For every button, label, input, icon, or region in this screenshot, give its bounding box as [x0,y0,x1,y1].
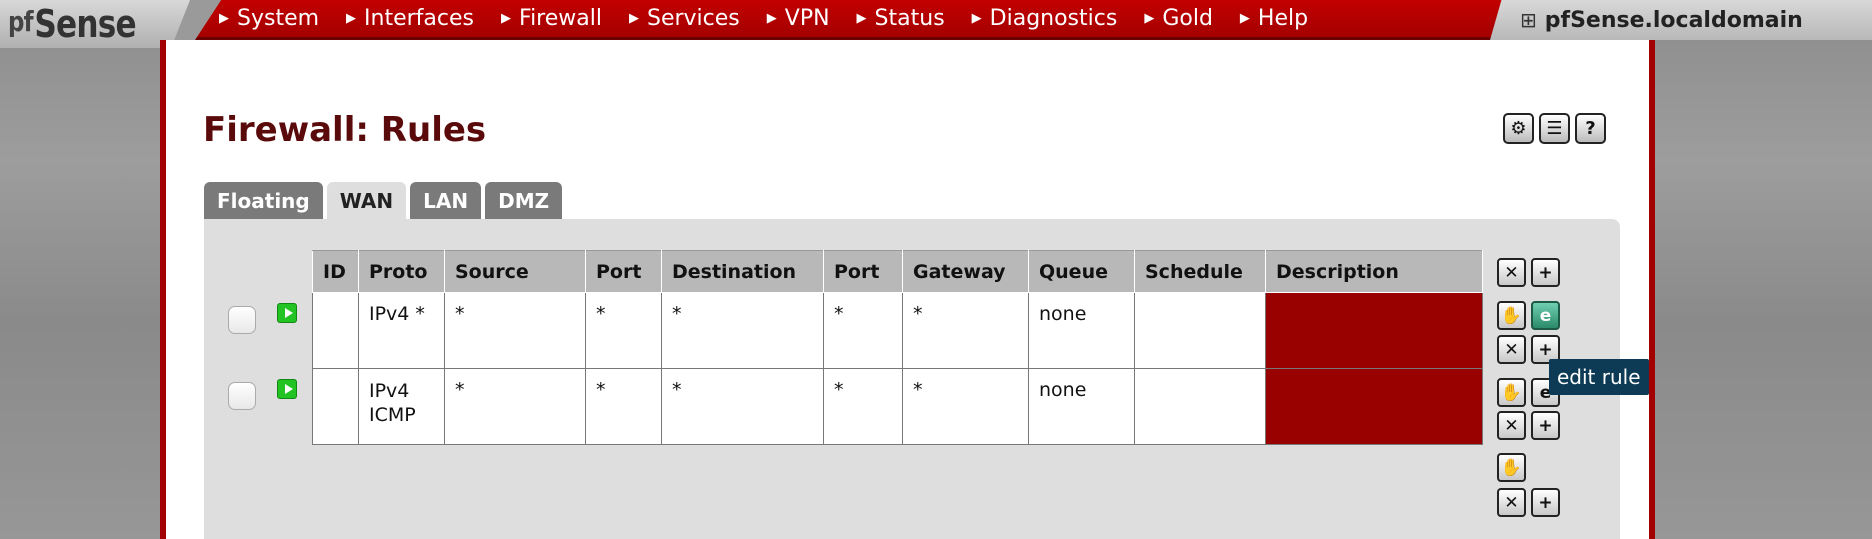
delete-rule-icon[interactable]: ✕ [1497,411,1526,440]
col-gateway[interactable]: Gateway [902,250,1029,293]
cell-queue: none [1028,292,1135,369]
menu-firewall[interactable]: ▶ Firewall [501,6,602,31]
menu-label: Services [646,6,740,31]
main-menu: ▶ System ▶ Interfaces ▶ Firewall ▶ Services … [195,0,1505,40]
col-dest-port[interactable]: Port [823,250,903,293]
help-icon[interactable]: ? [1575,113,1606,144]
menu-services[interactable]: ▶ Services [629,6,740,31]
delete-rule-icon[interactable]: ✕ [1497,335,1526,364]
hostname: pfSense.localdomain [1544,7,1803,33]
cell-proto: IPv4 * [358,292,445,369]
caret-right-icon: ▶ [628,11,639,26]
logo-word: Sense [34,2,136,46]
interface-tabs: Floating WAN LAN DMZ [204,182,563,219]
page-title: Firewall: Rules [203,110,487,150]
add-rule-based-icon[interactable]: + [1531,411,1560,440]
move-rule-end-icon[interactable]: ✋ [1497,453,1526,482]
tab-lan[interactable]: LAN [410,182,482,219]
settings-icon[interactable]: ⚙ [1503,113,1534,144]
move-rule-icon[interactable]: ✋ [1497,301,1526,330]
move-rule-icon[interactable]: ✋ [1497,378,1526,407]
menu-status[interactable]: ▶ Status [857,6,945,31]
cell-source-port: * [585,292,662,369]
menu-system[interactable]: ▶ System [219,6,319,31]
rules-table: ID Proto Source Port Destination Port Ga… [312,250,1483,445]
col-source-port[interactable]: Port [585,250,662,293]
menu-label: Help [1257,6,1309,31]
menu-label: Gold [1162,6,1213,31]
cell-description [1265,368,1483,445]
cell-source: * [444,292,586,369]
menu-label: Firewall [519,6,602,31]
logo-glyph: pf [8,5,34,38]
cell-source: * [444,368,586,445]
table-row[interactable]: IPv4 * * * * * * none [312,292,1483,369]
menu-label: Status [874,6,945,31]
cell-schedule [1134,292,1266,369]
logo-text: pfSense [8,2,137,46]
row-select-checkbox[interactable] [228,382,256,410]
cell-queue: none [1028,368,1135,445]
delete-selected-icon[interactable]: ✕ [1497,488,1526,517]
cell-id [312,368,359,445]
caret-right-icon: ▶ [346,11,357,26]
tab-dmz[interactable]: DMZ [485,182,563,219]
menu-label: VPN [784,6,830,31]
col-source[interactable]: Source [444,250,586,293]
caret-right-icon: ▶ [971,11,982,26]
col-proto[interactable]: Proto [358,250,445,293]
delete-selected-icon[interactable]: ✕ [1497,258,1526,287]
cell-gateway: * [902,292,1029,369]
table-row[interactable]: IPv4 ICMP * * * * * none [312,368,1483,445]
cell-id [312,292,359,369]
hostname-box: ⊞ pfSense.localdomain [1490,0,1872,40]
caret-right-icon: ▶ [1144,11,1155,26]
add-rule-icon[interactable]: + [1531,488,1560,517]
row-select-checkbox[interactable] [228,306,256,334]
menu-label: Diagnostics [989,6,1118,31]
caret-right-icon: ▶ [501,11,512,26]
tab-floating[interactable]: Floating [204,182,323,219]
cell-dest-port: * [823,292,903,369]
edit-rule-tooltip: edit rule [1549,359,1649,395]
cell-destination: * [661,368,824,445]
table-header-row: ID Proto Source Port Destination Port Ga… [312,250,1483,293]
menu-label: Interfaces [364,6,475,31]
col-queue[interactable]: Queue [1028,250,1135,293]
tab-wan[interactable]: WAN [326,182,407,219]
menu-help[interactable]: ▶ Help [1240,6,1308,31]
network-icon: ⊞ [1520,8,1537,32]
edit-rule-icon[interactable]: e [1531,301,1560,330]
cell-gateway: * [902,368,1029,445]
col-description[interactable]: Description [1265,250,1483,293]
menu-interfaces[interactable]: ▶ Interfaces [346,6,474,31]
caret-right-icon: ▶ [856,11,867,26]
col-id[interactable]: ID [312,250,359,293]
cell-dest-port: * [823,368,903,445]
add-rule-icon[interactable]: + [1531,258,1560,287]
log-icon[interactable]: ☰ [1539,113,1570,144]
page-actions: ⚙ ☰ ? [1503,113,1606,144]
cell-destination: * [661,292,824,369]
pass-rule-icon[interactable] [277,379,297,399]
col-destination[interactable]: Destination [661,250,824,293]
pass-rule-icon[interactable] [277,303,297,323]
caret-right-icon: ▶ [766,11,777,26]
menu-vpn[interactable]: ▶ VPN [767,6,830,31]
cell-description [1265,292,1483,369]
menu-label: System [237,6,320,31]
col-schedule[interactable]: Schedule [1134,250,1266,293]
cell-proto: IPv4 ICMP [358,368,445,445]
cell-source-port: * [585,368,662,445]
cell-schedule [1134,368,1266,445]
menu-diagnostics[interactable]: ▶ Diagnostics [972,6,1118,31]
menu-gold[interactable]: ▶ Gold [1144,6,1213,31]
caret-right-icon: ▶ [219,11,229,26]
caret-right-icon: ▶ [1239,11,1250,26]
